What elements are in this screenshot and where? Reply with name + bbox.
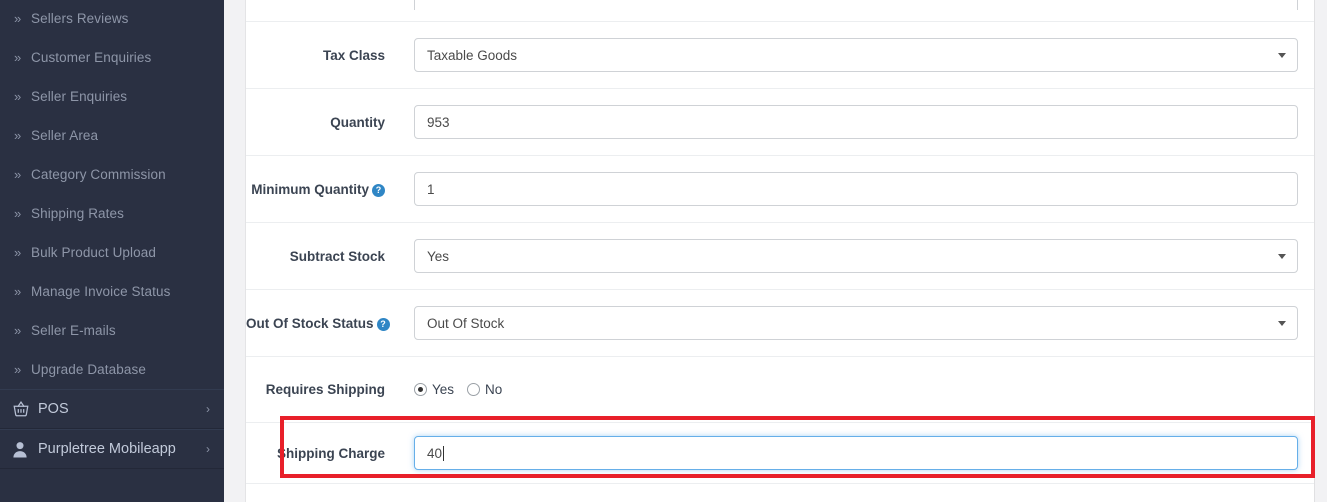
sidebar-item-label: Purpletree Mobileapp: [38, 441, 176, 457]
sidebar-item-label: Seller Enquiries: [31, 89, 128, 104]
sidebar-item-label: Manage Invoice Status: [31, 284, 171, 299]
label-text: Subtract Stock: [289, 248, 385, 264]
sidebar-item-label: Shipping Rates: [31, 206, 124, 221]
user-icon: [12, 441, 38, 458]
label-text: Minimum Quantity: [251, 181, 369, 197]
label-text: Quantity: [330, 114, 385, 130]
sidebar-item-category-commission[interactable]: » Category Commission: [0, 155, 224, 194]
chevron-double-right-icon: »: [14, 128, 22, 143]
chevron-double-right-icon: »: [14, 206, 22, 221]
radio-yes-label: Yes: [432, 382, 455, 397]
sidebar-item-shipping-rates[interactable]: » Shipping Rates: [0, 194, 224, 233]
product-data-form-panel: Tax Class Taxable Goods Quantity 953 Min…: [245, 0, 1315, 502]
sidebar-item-purpletree-mobileapp[interactable]: Purpletree Mobileapp ›: [0, 429, 224, 469]
form-row-quantity: Quantity 953: [246, 89, 1314, 156]
form-control-partial-bottom: [414, 489, 1298, 502]
form-control-tax-class: Taxable Goods: [414, 38, 1298, 72]
form-label-out-of-stock-status: Out Of Stock Status?: [246, 316, 414, 331]
form-control-quantity: 953: [414, 105, 1298, 139]
sidebar-item-sellers-reviews[interactable]: » Sellers Reviews: [0, 0, 224, 38]
requires-shipping-yes-option[interactable]: Yes: [414, 382, 454, 397]
chevron-double-right-icon: »: [14, 89, 22, 104]
form-label-minimum-quantity: Minimum Quantity?: [246, 182, 414, 197]
form-row-partial-bottom: [246, 484, 1314, 502]
form-row-requires-shipping: Requires Shipping Yes No: [246, 357, 1314, 423]
page-root: » Commissions » Sellers Reviews » Custom…: [0, 0, 1327, 502]
label-text: Out Of Stock Status: [246, 315, 374, 331]
requires-shipping-radio-group: Yes No: [414, 378, 1298, 401]
label-text: Requires Shipping: [265, 382, 385, 397]
chevron-double-right-icon: »: [14, 284, 22, 299]
form-row-partial-top: [246, 0, 1314, 22]
sidebar-item-label: Seller E-mails: [31, 323, 116, 338]
out-of-stock-status-value: Out Of Stock: [427, 315, 505, 331]
sidebar-item-pos[interactable]: POS ›: [0, 389, 224, 429]
chevron-double-right-icon: »: [14, 11, 22, 26]
chevron-double-right-icon: »: [14, 50, 22, 65]
chevron-double-right-icon: »: [14, 167, 22, 182]
quantity-value: 953: [427, 114, 450, 130]
sidebar-item-upgrade-database[interactable]: » Upgrade Database: [0, 350, 224, 389]
chevron-right-icon: ›: [206, 442, 210, 456]
shipping-charge-input[interactable]: 40: [414, 436, 1298, 470]
form-label-quantity: Quantity: [246, 115, 414, 130]
shipping-charge-value: 40: [427, 445, 443, 461]
sidebar-item-seller-area[interactable]: » Seller Area: [0, 116, 224, 155]
text-cursor: [443, 445, 445, 461]
help-icon[interactable]: ?: [376, 317, 390, 331]
minimum-quantity-value: 1: [427, 181, 435, 197]
form-row-shipping-charge: Shipping Charge 40: [246, 423, 1314, 484]
form-label-shipping-charge: Shipping Charge: [246, 446, 414, 461]
partial-input[interactable]: [414, 0, 1298, 10]
sidebar-item-manage-invoice-status[interactable]: » Manage Invoice Status: [0, 272, 224, 311]
form-control-subtract-stock: Yes: [414, 239, 1298, 273]
form-row-out-of-stock-status: Out Of Stock Status? Out Of Stock: [246, 290, 1314, 357]
tax-class-value: Taxable Goods: [427, 47, 518, 63]
subtract-stock-select[interactable]: Yes: [414, 239, 1298, 273]
sidebar-item-label: Category Commission: [31, 167, 166, 182]
sidebar-item-bulk-product-upload[interactable]: » Bulk Product Upload: [0, 233, 224, 272]
form-label-requires-shipping: Requires Shipping: [246, 382, 414, 397]
basket-icon: [12, 400, 38, 418]
quantity-input[interactable]: 953: [414, 105, 1298, 139]
chevron-down-icon: [1278, 53, 1286, 58]
chevron-double-right-icon: »: [14, 362, 22, 377]
form-row-subtract-stock: Subtract Stock Yes: [246, 223, 1314, 290]
sidebar-item-seller-enquiries[interactable]: » Seller Enquiries: [0, 77, 224, 116]
form-row-tax-class: Tax Class Taxable Goods: [246, 22, 1314, 89]
sidebar-item-seller-emails[interactable]: » Seller E-mails: [0, 311, 224, 350]
chevron-down-icon: [1278, 254, 1286, 259]
label-text: Tax Class: [322, 47, 385, 63]
sidebar: » Commissions » Sellers Reviews » Custom…: [0, 0, 224, 502]
form-control-minimum-quantity: 1: [414, 172, 1298, 206]
form-row-minimum-quantity: Minimum Quantity? 1: [246, 156, 1314, 223]
label-text: Shipping Charge: [277, 445, 385, 461]
help-icon[interactable]: ?: [372, 183, 385, 197]
form-control-shipping-charge: 40: [414, 436, 1298, 470]
minimum-quantity-input[interactable]: 1: [414, 172, 1298, 206]
chevron-right-icon: ›: [206, 402, 210, 416]
form-control-out-of-stock-status: Out Of Stock: [414, 306, 1298, 340]
radio-no-icon[interactable]: [467, 383, 481, 396]
chevron-double-right-icon: »: [14, 245, 22, 260]
sidebar-item-label: Seller Area: [31, 128, 99, 143]
form-label-tax-class: Tax Class: [246, 48, 414, 63]
sidebar-item-label: POS: [38, 401, 69, 417]
requires-shipping-no-option[interactable]: No: [467, 382, 502, 397]
sidebar-item-label: Bulk Product Upload: [31, 245, 156, 260]
radio-yes-icon[interactable]: [414, 383, 427, 396]
tax-class-select[interactable]: Taxable Goods: [414, 38, 1298, 72]
chevron-down-icon: [1278, 321, 1286, 326]
form-control-requires-shipping: Yes No: [414, 378, 1298, 401]
out-of-stock-status-select[interactable]: Out Of Stock: [414, 306, 1298, 340]
chevron-double-right-icon: »: [14, 323, 22, 338]
sidebar-item-label: Customer Enquiries: [31, 50, 152, 65]
sidebar-item-label: Sellers Reviews: [31, 11, 129, 26]
sidebar-item-customer-enquiries[interactable]: » Customer Enquiries: [0, 38, 224, 77]
radio-no-label: No: [485, 382, 503, 397]
sidebar-item-label: Upgrade Database: [31, 362, 146, 377]
form-label-subtract-stock: Subtract Stock: [246, 249, 414, 264]
subtract-stock-value: Yes: [427, 248, 450, 264]
